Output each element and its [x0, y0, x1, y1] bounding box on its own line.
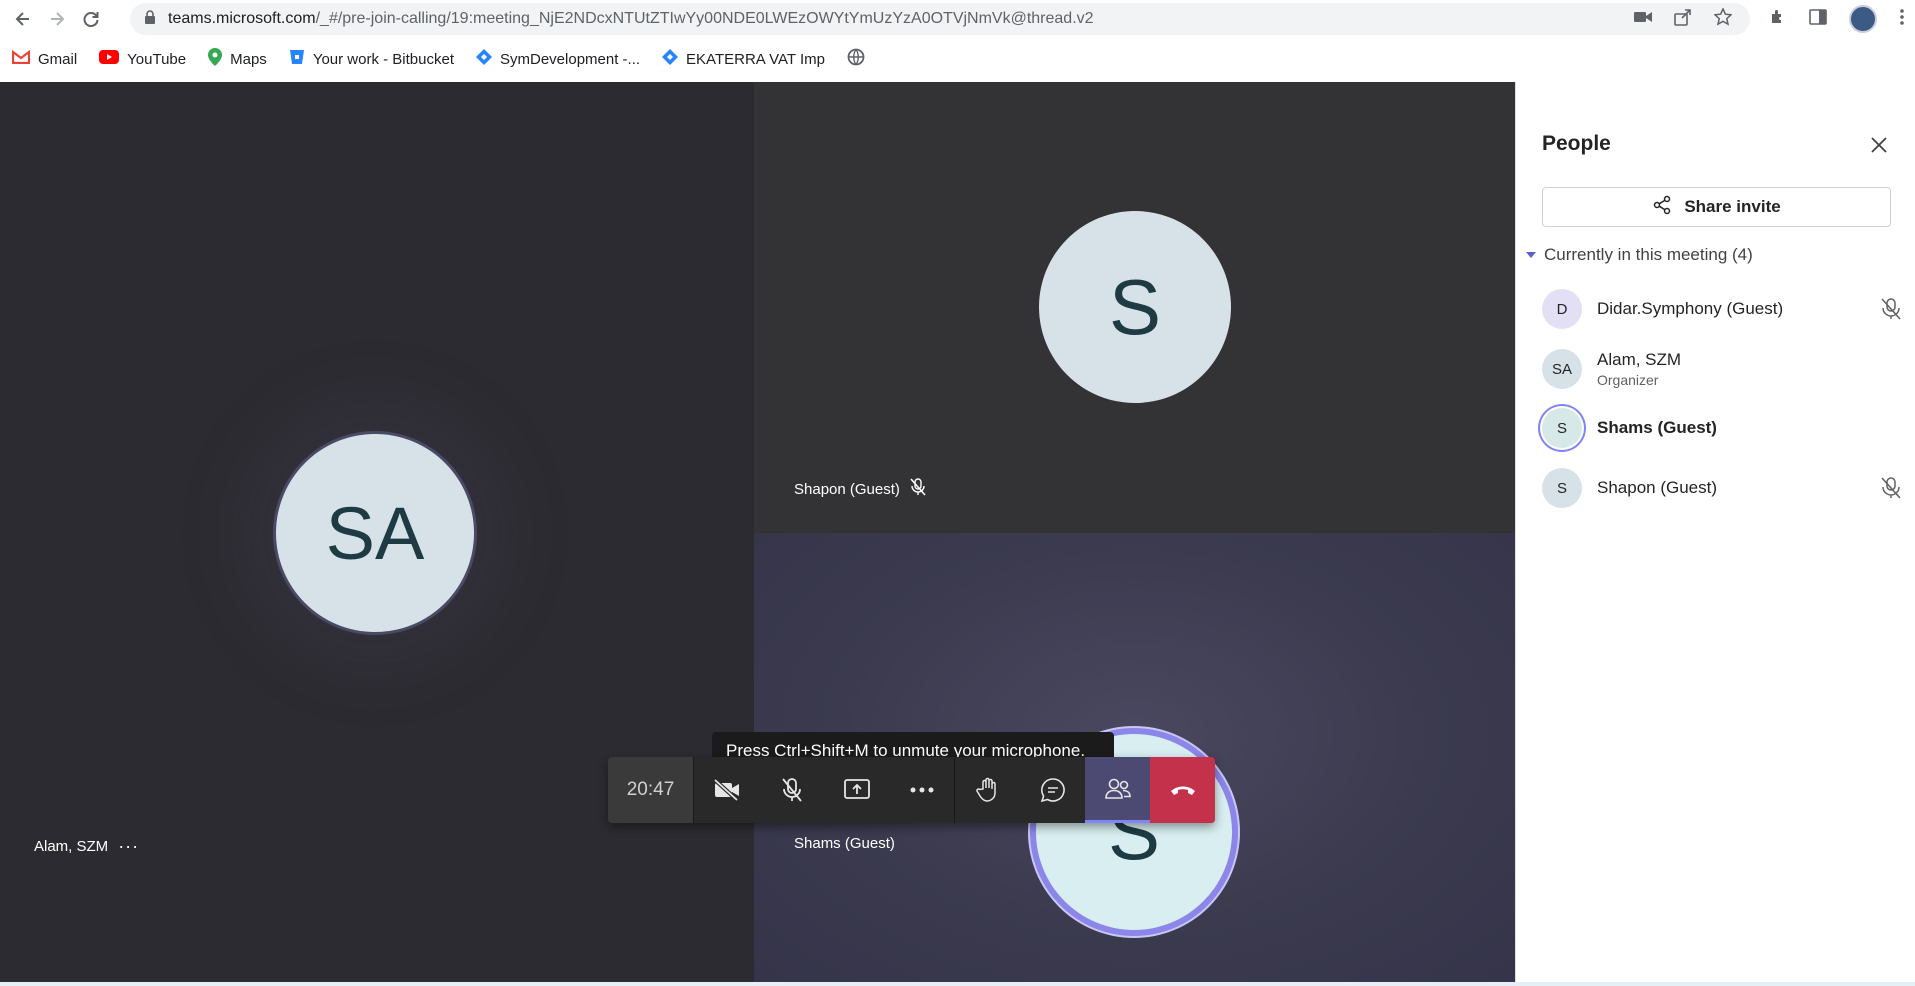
lock-icon: [144, 9, 156, 29]
globe-icon: [847, 48, 865, 70]
share-icon: [1652, 195, 1672, 220]
reload-icon[interactable]: [74, 2, 108, 36]
forward-icon[interactable]: [40, 2, 74, 36]
participant-name: Shams (Guest): [794, 835, 895, 852]
bookmark-label: YouTube: [127, 50, 187, 68]
profile-avatar[interactable]: [1849, 5, 1877, 33]
side-panel-icon[interactable]: [1809, 8, 1827, 31]
bookmark-label: EKATERRA VAT Imp: [686, 50, 825, 68]
camera-toggle-button[interactable]: [694, 757, 759, 823]
bookmark-youtube[interactable]: YouTube: [99, 50, 186, 68]
mic-off-icon: [781, 778, 802, 802]
menu-kebab-icon[interactable]: [1899, 8, 1905, 31]
participant-name: Alam, SZM: [34, 838, 109, 855]
bookmark-maps[interactable]: Maps: [208, 48, 267, 70]
avatar: S: [1542, 468, 1582, 508]
mic-off-icon: [1880, 476, 1902, 505]
call-controls: 20:47: [608, 757, 1215, 823]
ellipsis-icon: [910, 787, 933, 793]
url-host: teams.microsoft.com: [168, 10, 316, 27]
people-icon: [1104, 778, 1131, 799]
participant-row[interactable]: S Shams (Guest): [1542, 402, 1902, 454]
hand-icon: [975, 777, 996, 802]
bookmark-label: Your work - Bitbucket: [312, 50, 454, 68]
camera-off-icon: [713, 778, 739, 802]
window-bottom-edge: [0, 982, 1915, 986]
participant-name: Didar.Symphony (Guest): [1597, 299, 1784, 318]
participant-role: Organizer: [1597, 372, 1659, 388]
address-bar[interactable]: teams.microsoft.com/_#/pre-join-calling/…: [130, 3, 1750, 35]
share-invite-button[interactable]: Share invite: [1542, 187, 1891, 227]
bookmark-label: Gmail: [38, 50, 78, 68]
avatar-initials: S: [1556, 419, 1567, 437]
participant-name-tag: Shapon (Guest): [794, 478, 926, 500]
mic-toggle-button[interactable]: [759, 757, 824, 823]
bookmark-globe[interactable]: [847, 48, 865, 70]
bookmark-label: SymDevelopment -...: [500, 50, 641, 68]
jira-icon: [662, 49, 679, 69]
participants-button[interactable]: [1085, 757, 1150, 823]
avatar: SA: [276, 434, 474, 632]
close-icon[interactable]: [1868, 134, 1890, 156]
participant-name: Shapon (Guest): [1597, 478, 1718, 497]
participant-row[interactable]: D Didar.Symphony (Guest): [1542, 283, 1902, 335]
people-panel: People Share invite Currently in this me…: [1515, 82, 1915, 982]
camera-icon[interactable]: [1634, 10, 1652, 29]
maps-icon: [208, 48, 223, 70]
extensions-icon[interactable]: [1769, 8, 1787, 31]
url-path: /_#/pre-join-calling/19:meeting_NjE2NDcx…: [315, 10, 1094, 27]
bitbucket-icon: [289, 49, 305, 69]
chevron-down-icon: [1526, 252, 1536, 258]
bookmark-bitbucket[interactable]: Your work - Bitbucket: [289, 49, 454, 69]
mic-off-icon: [1880, 297, 1902, 326]
youtube-icon: [99, 50, 120, 68]
bookmark-symdevelopment[interactable]: SymDevelopment -...: [476, 49, 640, 69]
hang-up-button[interactable]: [1150, 757, 1215, 823]
participant-name-tag: Alam, SZM ···: [34, 836, 139, 857]
more-actions-button[interactable]: [889, 757, 954, 823]
chat-button[interactable]: [1020, 757, 1085, 823]
section-label: Currently in this meeting (4): [1544, 245, 1753, 264]
raise-hand-button[interactable]: [955, 757, 1020, 823]
meeting-stage: SA Alam, SZM ··· S Shapon (Guest) S Sham…: [0, 82, 1515, 982]
gmail-icon: [11, 49, 31, 68]
share-screen-icon: [843, 779, 870, 799]
share-invite-label: Share invite: [1684, 197, 1781, 216]
bookmark-ekaterra[interactable]: EKATERRA VAT Imp: [662, 49, 825, 69]
avatar: SA: [1542, 349, 1582, 389]
share-icon[interactable]: [1674, 8, 1692, 31]
participant-name: Shapon (Guest): [794, 480, 900, 498]
mic-off-icon: [910, 478, 926, 500]
participant-name-tag: Shams (Guest): [794, 835, 895, 852]
bookmark-star-icon[interactable]: [1713, 6, 1733, 31]
avatar: S: [1039, 211, 1231, 403]
chat-icon: [1040, 778, 1065, 803]
panel-title: People: [1542, 132, 1611, 155]
url-text: teams.microsoft.com/_#/pre-join-calling/…: [168, 10, 1094, 28]
bookmark-label: Maps: [230, 50, 267, 68]
video-tile-alam[interactable]: SA Alam, SZM ···: [0, 82, 754, 982]
avatar: D: [1542, 289, 1582, 329]
phone-hangup-icon: [1170, 786, 1195, 795]
participant-row[interactable]: S Shapon (Guest): [1542, 462, 1902, 514]
video-tile-shapon[interactable]: S Shapon (Guest): [754, 82, 1515, 533]
bookmark-gmail[interactable]: Gmail: [11, 49, 78, 68]
avatar-initials: S: [1108, 262, 1162, 351]
avatar: S: [1542, 408, 1582, 448]
bookmarks-bar: Gmail YouTube Maps Your work - Bitbucket…: [0, 42, 1915, 76]
avatar-initials: D: [1556, 300, 1568, 318]
browser-actions: [1769, 3, 1905, 35]
avatar-initials: S: [1556, 479, 1567, 497]
back-icon[interactable]: [6, 2, 40, 36]
share-screen-button[interactable]: [824, 757, 889, 823]
more-options-icon[interactable]: ···: [118, 836, 139, 857]
participant-name: Alam, SZM: [1597, 350, 1682, 369]
avatar-initials: SA: [325, 491, 425, 575]
section-header-in-meeting[interactable]: Currently in this meeting (4): [1526, 245, 1753, 265]
jira-icon: [476, 49, 492, 69]
participant-row[interactable]: SA Alam, SZM Organizer: [1542, 343, 1902, 395]
avatar-initials: SA: [1551, 360, 1572, 378]
participant-name: Shams (Guest): [1597, 418, 1717, 437]
call-timer: 20:47: [608, 757, 693, 823]
